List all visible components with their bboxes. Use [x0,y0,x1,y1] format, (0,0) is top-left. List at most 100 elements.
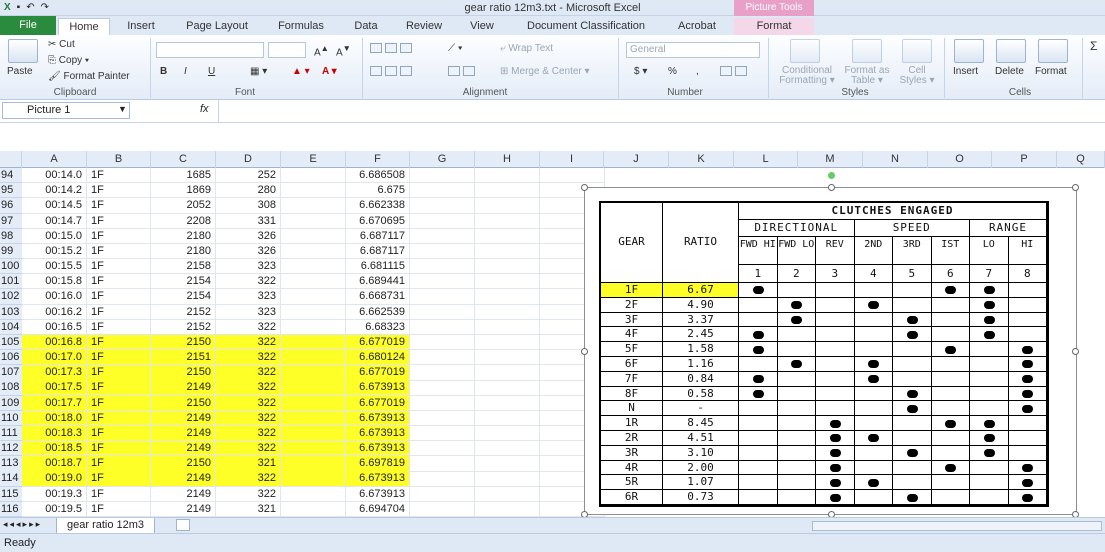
cell[interactable]: 2149 [151,486,216,502]
cell[interactable] [475,410,540,427]
cell[interactable]: 2151 [151,350,216,366]
conditional-formatting-button[interactable]: Conditional Formatting ▾ [774,66,840,86]
cell[interactable] [410,168,475,184]
cell[interactable]: 326 [216,243,281,260]
cell[interactable]: 322 [216,471,281,487]
cell[interactable] [281,410,346,427]
cell[interactable]: 2052 [151,198,216,214]
merge-center-button[interactable]: ⊞ Merge & Center ▾ [500,66,590,77]
cell[interactable]: 2152 [151,319,216,335]
cell[interactable]: 323 [216,304,281,320]
cell[interactable]: 6.673913 [346,486,410,502]
cell[interactable]: 2149 [151,441,216,457]
cell[interactable] [475,319,540,335]
formula-input[interactable] [0,123,1105,151]
cell[interactable]: 322 [216,319,281,335]
tab-formulas[interactable]: Formulas [266,18,336,35]
autosum-icon[interactable]: Σ [1090,39,1097,53]
italic-button[interactable]: I [184,66,187,77]
cell[interactable]: 2158 [151,259,216,275]
cell[interactable] [410,304,475,320]
sheet-nav-icon[interactable]: ◂◂◂▸▸▸ [3,519,42,530]
cell[interactable] [475,486,540,502]
cell[interactable]: 1F [87,350,151,366]
align-left-icon[interactable] [370,66,412,77]
cell[interactable]: 1F [87,501,151,518]
row-header[interactable]: 95 [0,183,22,199]
cell[interactable] [281,243,346,260]
cell[interactable] [281,228,346,244]
cell[interactable] [410,243,475,260]
paste-icon[interactable] [8,39,38,63]
cell[interactable]: 252 [216,168,281,184]
cell[interactable] [410,259,475,275]
cell[interactable]: 00:17.7 [22,395,87,411]
column-header[interactable]: N [863,151,928,168]
cell[interactable]: 1F [87,365,151,381]
cell[interactable] [475,213,540,229]
column-header[interactable]: P [992,151,1057,168]
row-header[interactable]: 114 [0,471,22,487]
cell[interactable] [410,501,475,518]
cell[interactable] [475,183,540,199]
cell[interactable] [410,471,475,487]
cell[interactable] [410,441,475,457]
format-cells-button[interactable]: Format [1035,66,1067,77]
cell[interactable]: 1F [87,304,151,320]
column-header[interactable]: Q [1057,151,1105,168]
cell[interactable]: 322 [216,350,281,366]
cell[interactable]: 1685 [151,168,216,184]
currency-button[interactable]: $ ▾ [634,66,647,77]
cell[interactable]: 00:17.0 [22,350,87,366]
horizontal-scrollbar[interactable] [812,521,1102,531]
column-header[interactable]: L [734,151,798,168]
cell[interactable] [475,456,540,472]
cell[interactable]: 326 [216,228,281,244]
cell[interactable]: 1F [87,395,151,411]
cell[interactable]: 1F [87,289,151,305]
cell[interactable]: 00:16.0 [22,289,87,305]
cell[interactable]: 322 [216,380,281,396]
cell[interactable]: 2149 [151,380,216,396]
column-header[interactable]: G [410,151,475,168]
cell[interactable] [410,365,475,381]
cell[interactable]: 00:15.2 [22,243,87,260]
cell[interactable]: 6.673913 [346,410,410,427]
cell[interactable] [410,274,475,290]
number-format-select[interactable]: General [626,42,760,58]
cell[interactable]: 1F [87,259,151,275]
cell[interactable]: 2180 [151,228,216,244]
cell[interactable]: 1F [87,183,151,199]
column-header[interactable]: I [540,151,604,168]
cell[interactable] [281,441,346,457]
cell[interactable]: 6.662539 [346,304,410,320]
cell[interactable]: 1F [87,228,151,244]
cell[interactable]: 2150 [151,365,216,381]
cell[interactable] [281,319,346,335]
cell[interactable]: 6.687117 [346,228,410,244]
column-header[interactable]: J [604,151,669,168]
format-as-table-icon[interactable] [852,39,882,63]
cell[interactable]: 6.673913 [346,441,410,457]
cell[interactable]: 2149 [151,501,216,518]
delete-cells-icon[interactable] [996,39,1026,63]
wrap-text-button[interactable]: ⤶ Wrap Text [500,43,553,54]
cell[interactable] [281,259,346,275]
cell[interactable]: 00:15.0 [22,228,87,244]
cell[interactable]: 6.697819 [346,456,410,472]
cell[interactable]: 00:17.3 [22,365,87,381]
cell[interactable] [410,486,475,502]
name-box[interactable]: Picture 1 [2,102,130,119]
cell[interactable]: 6.681115 [346,259,410,275]
cell[interactable]: 6.668731 [346,289,410,305]
font-color-icon[interactable]: A ▾ [322,66,337,77]
select-all-corner[interactable] [0,151,22,168]
tab-data[interactable]: Data [344,18,388,35]
cell[interactable] [475,350,540,366]
cell[interactable]: 6.677019 [346,365,410,381]
resize-handle[interactable] [1072,184,1079,191]
cell[interactable] [281,304,346,320]
paste-button[interactable]: Paste [7,66,33,77]
cell[interactable]: 1F [87,456,151,472]
cell[interactable] [281,365,346,381]
